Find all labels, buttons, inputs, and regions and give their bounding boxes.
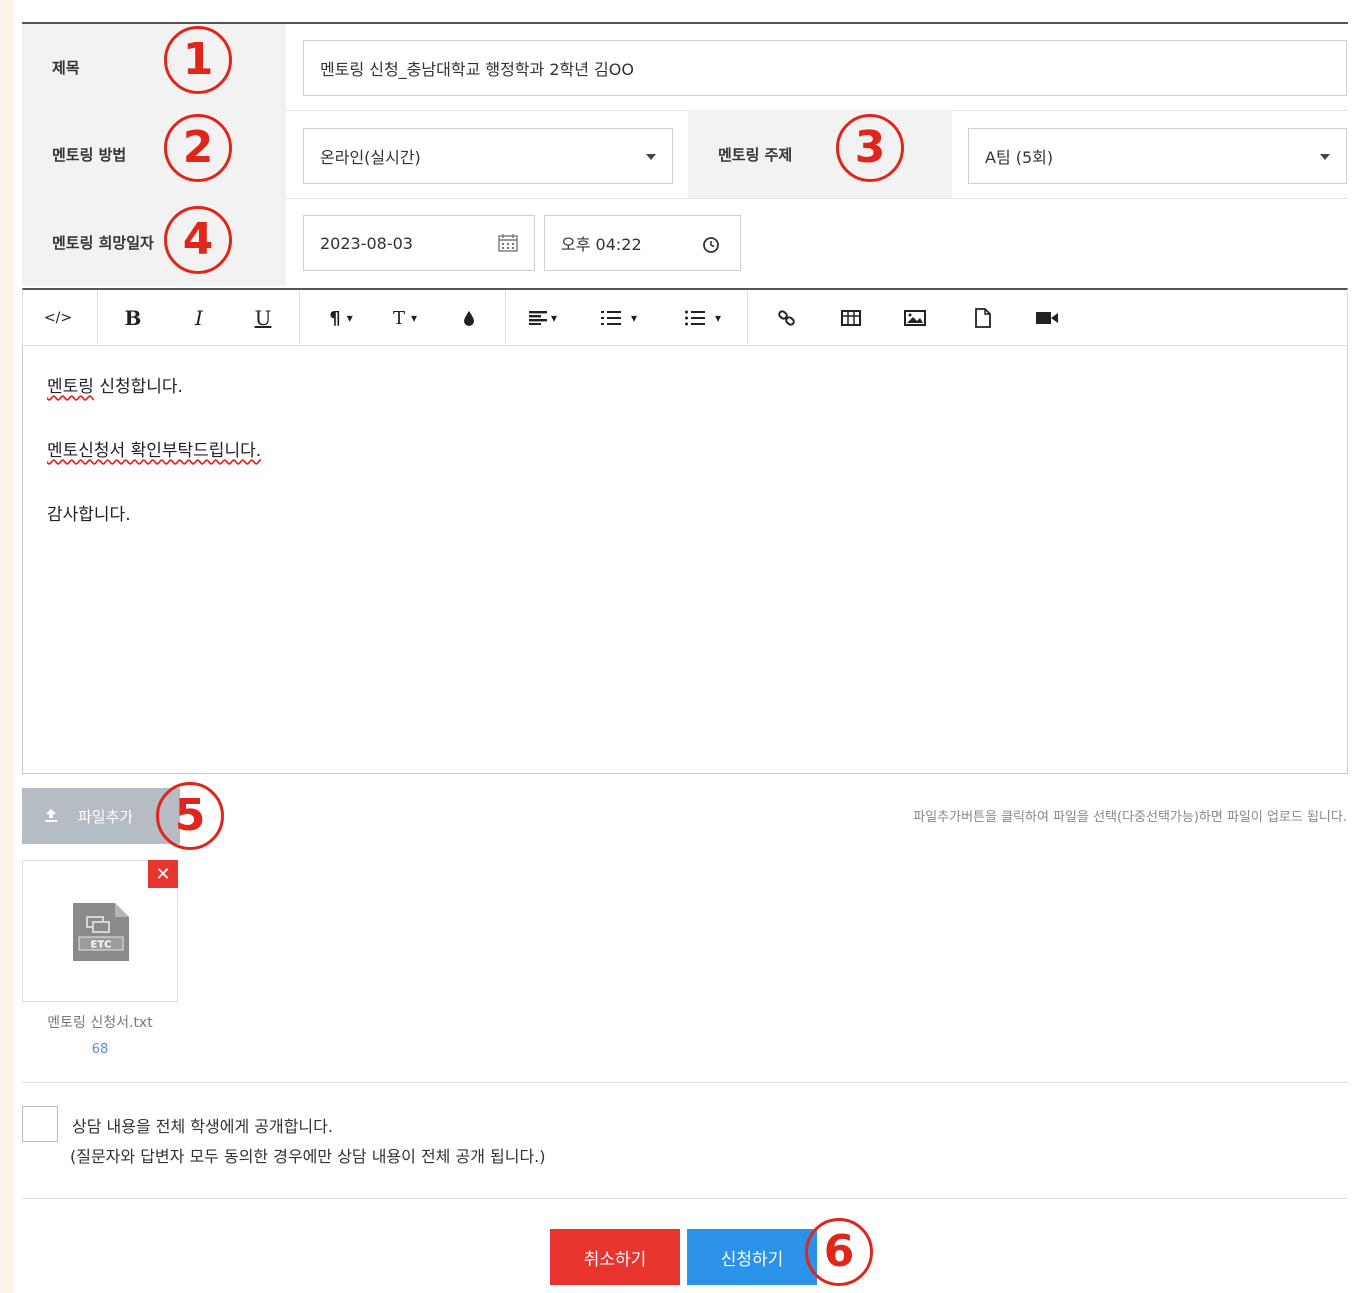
align-left-icon bbox=[528, 311, 547, 325]
editor-content[interactable]: 멘토링 신청합니다. 멘토신청서 확인부탁드립니다. 감사합니다. bbox=[22, 346, 1348, 774]
code-view-button[interactable]: </> bbox=[35, 290, 81, 346]
file-name: 멘토링 신청서.txt bbox=[47, 1015, 153, 1031]
annotation-marker-1: 1 bbox=[164, 26, 232, 94]
toolbar-divider bbox=[505, 290, 506, 346]
color-drop-icon bbox=[464, 311, 474, 326]
image-button[interactable] bbox=[897, 290, 933, 346]
table-button[interactable] bbox=[833, 290, 869, 346]
time-value: 오후 04:22 bbox=[561, 235, 642, 254]
clock-icon[interactable] bbox=[702, 236, 720, 254]
bold-icon: B bbox=[124, 306, 142, 330]
video-button[interactable] bbox=[1029, 290, 1065, 346]
annotation-marker-6: 6 bbox=[805, 1218, 873, 1286]
font-size-button[interactable]: T ▾ bbox=[381, 290, 429, 346]
color-button[interactable] bbox=[451, 290, 487, 346]
video-icon bbox=[1036, 312, 1058, 324]
calendar-icon[interactable] bbox=[498, 234, 518, 252]
file-size: 68 bbox=[91, 1042, 109, 1057]
upload-icon bbox=[44, 807, 58, 826]
chevron-down-icon bbox=[646, 154, 656, 160]
divider bbox=[22, 1198, 1348, 1199]
file-icon bbox=[975, 308, 991, 328]
toolbar-divider bbox=[97, 290, 98, 346]
method-select-value: 온라인(실시간) bbox=[320, 148, 421, 167]
cancel-button[interactable]: 취소하기 bbox=[550, 1229, 680, 1285]
remove-file-button[interactable]: ✕ bbox=[148, 860, 178, 888]
editor-text: 신청합니다. bbox=[93, 377, 183, 397]
italic-icon: I bbox=[195, 306, 203, 330]
topic-select-value: A팀 (5회) bbox=[985, 148, 1054, 167]
file-thumbnail: ✕ ETC bbox=[22, 860, 178, 1002]
add-file-label: 파일추가 bbox=[78, 807, 134, 826]
toolbar-divider bbox=[747, 290, 748, 346]
editor-line-1: 멘토링 신청합니다. bbox=[47, 372, 183, 397]
editor-toolbar: </> B I U ¶ ▾ T ▾ ▾ ▾ ▾ bbox=[22, 288, 1348, 346]
date-input[interactable]: 2023-08-03 bbox=[303, 215, 535, 271]
topic-select[interactable]: A팀 (5회) bbox=[968, 128, 1347, 184]
chevron-down-icon bbox=[1320, 154, 1330, 160]
date-label: 멘토링 희망일자 bbox=[22, 198, 286, 286]
underline-button[interactable]: U bbox=[243, 290, 283, 346]
method-select[interactable]: 온라인(실시간) bbox=[303, 128, 673, 184]
annotation-marker-3: 3 bbox=[836, 114, 904, 182]
chevron-down-icon: ▾ bbox=[550, 311, 558, 325]
file-button[interactable] bbox=[965, 290, 1001, 346]
title-label: 제목 bbox=[22, 24, 286, 110]
mentoring-form-page: 제목 멘토링 신청_충남대학교 행정학과 2학년 김OO 멘토링 방법 온라인(… bbox=[14, 0, 1353, 1293]
font-size-icon: T bbox=[392, 307, 405, 329]
paragraph-style-button[interactable]: ¶ ▾ bbox=[317, 290, 365, 346]
editor-line-2: 멘토신청서 확인부탁드립니다. bbox=[47, 441, 262, 461]
editor-line-3: 감사합니다. bbox=[47, 505, 131, 525]
close-icon: ✕ bbox=[155, 863, 171, 885]
align-button[interactable]: ▾ bbox=[519, 290, 567, 346]
toolbar-divider bbox=[299, 290, 300, 346]
submit-button[interactable]: 신청하기 bbox=[687, 1229, 817, 1285]
unordered-list-button[interactable]: ▾ bbox=[675, 290, 731, 346]
file-type-label: ETC bbox=[91, 940, 112, 951]
paragraph-icon: ¶ bbox=[329, 307, 341, 329]
misspelled-word: 멘토링 bbox=[47, 377, 94, 397]
public-consent-note: (질문자와 답변자 모두 동의한 경우에만 상담 내용이 전체 공개 됩니다.) bbox=[70, 1147, 546, 1166]
unordered-list-icon bbox=[684, 310, 705, 326]
link-icon bbox=[778, 310, 795, 326]
image-icon bbox=[904, 310, 926, 326]
annotation-marker-4: 4 bbox=[164, 206, 232, 274]
ordered-list-button[interactable]: ▾ bbox=[591, 290, 647, 346]
code-icon: </> bbox=[43, 310, 73, 326]
bold-button[interactable]: B bbox=[113, 290, 153, 346]
time-input[interactable]: 오후 04:22 bbox=[544, 215, 741, 271]
public-consent-checkbox[interactable] bbox=[22, 1106, 58, 1142]
table-icon bbox=[841, 310, 861, 326]
underline-icon: U bbox=[254, 306, 272, 330]
link-button[interactable] bbox=[769, 290, 805, 346]
divider bbox=[22, 1082, 1348, 1083]
chevron-down-icon: ▾ bbox=[630, 311, 638, 325]
etc-file-icon: ETC bbox=[73, 903, 129, 961]
method-label: 멘토링 방법 bbox=[22, 110, 286, 198]
ordered-list-icon bbox=[600, 311, 621, 325]
annotation-marker-2: 2 bbox=[164, 114, 232, 182]
topic-label: 멘토링 주제 bbox=[688, 110, 952, 198]
upload-help-text: 파일추가버튼을 클릭하여 파일을 선택(다중선택가능)하면 파일이 업로드 됩니… bbox=[913, 810, 1347, 825]
date-value: 2023-08-03 bbox=[320, 233, 413, 253]
title-input[interactable]: 멘토링 신청_충남대학교 행정학과 2학년 김OO bbox=[303, 40, 1347, 96]
annotation-marker-5: 5 bbox=[156, 782, 224, 850]
italic-button[interactable]: I bbox=[179, 290, 219, 346]
chevron-down-icon: ▾ bbox=[714, 311, 722, 325]
chevron-down-icon: ▾ bbox=[410, 311, 418, 325]
chevron-down-icon: ▾ bbox=[346, 311, 353, 325]
public-consent-label: 상담 내용을 전체 학생에게 공개합니다. bbox=[72, 1117, 333, 1136]
